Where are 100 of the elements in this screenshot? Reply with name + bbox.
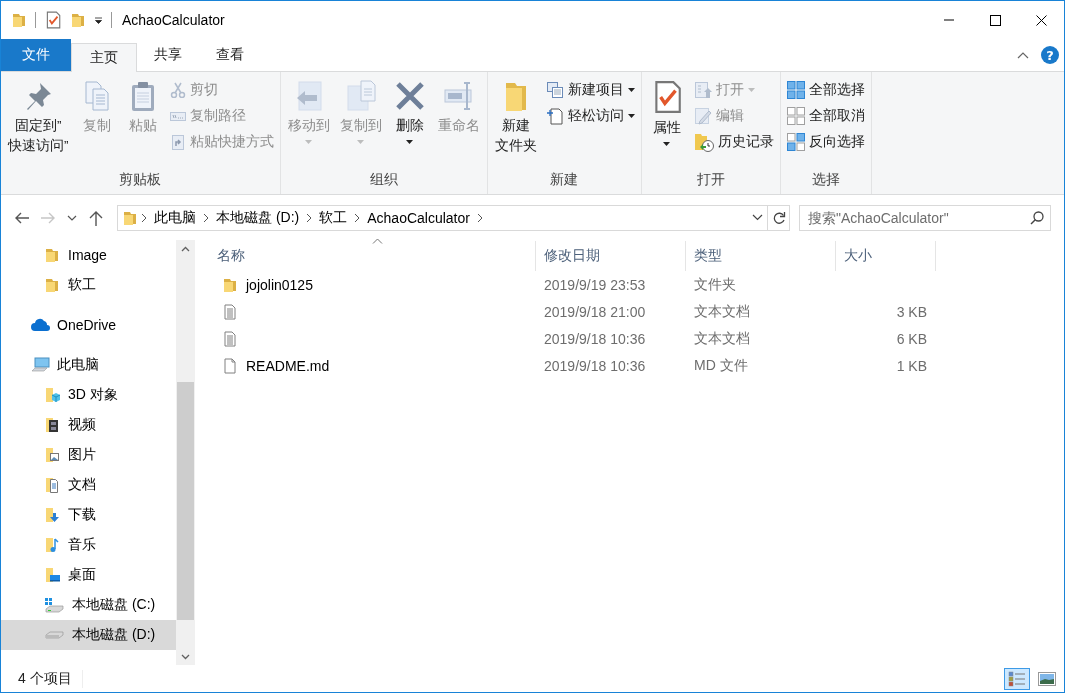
chevron-right-icon bbox=[354, 212, 361, 223]
easy-access-icon bbox=[545, 107, 564, 125]
view-button[interactable] bbox=[1004, 667, 1030, 690]
new-item-icon bbox=[545, 81, 564, 99]
copy-to-icon bbox=[344, 80, 377, 112]
ribbon-button[interactable]: 属性 bbox=[644, 78, 689, 148]
file-row[interactable]: jojolin0125 2019/9/19 23:53 文件夹 bbox=[209, 271, 936, 298]
column-header[interactable]: 名称 bbox=[209, 241, 536, 271]
caret-icon bbox=[663, 142, 670, 146]
nav-item[interactable]: 本地磁盘 (C:) bbox=[1, 590, 176, 620]
ribbon-button[interactable]: 历史记录 bbox=[690, 130, 777, 154]
ribbon-tab[interactable]: 共享 bbox=[137, 39, 199, 71]
caret-icon bbox=[94, 15, 103, 25]
film-folder-icon bbox=[44, 417, 60, 433]
nav-item[interactable]: 桌面 bbox=[1, 560, 176, 590]
drive-icon bbox=[44, 631, 64, 639]
ribbon-button[interactable]: 全部选择 bbox=[783, 78, 868, 102]
file-name: jojolin0125 bbox=[246, 276, 313, 293]
nav-item[interactable]: 音乐 bbox=[1, 530, 176, 560]
breadcrumb[interactable]: AchaoCalculator bbox=[363, 209, 474, 226]
folder-icon bbox=[11, 12, 27, 28]
back-arrow-icon bbox=[14, 210, 30, 225]
download-folder-icon bbox=[44, 507, 60, 523]
ribbon-button[interactable]: 新建项目 bbox=[542, 78, 638, 102]
close-icon bbox=[1035, 14, 1047, 26]
file-row[interactable]: 2019/9/18 21:00 文本文档 3 KB bbox=[209, 298, 936, 325]
column-header[interactable]: 类型 bbox=[686, 241, 836, 271]
search-box[interactable]: 搜索"AchaoCalculator" bbox=[799, 204, 1051, 231]
file-icon bbox=[222, 357, 238, 374]
file-type: 文本文档 bbox=[693, 329, 751, 348]
document-icon bbox=[222, 303, 238, 320]
select-none-icon bbox=[786, 107, 805, 125]
date-modified: 2019/9/18 10:36 bbox=[543, 330, 647, 347]
group-label: 组织 bbox=[368, 171, 399, 189]
file-type: 文件夹 bbox=[693, 275, 737, 294]
breadcrumb[interactable]: 本地磁盘 (D:) bbox=[212, 208, 304, 227]
group-label: 新建 bbox=[549, 171, 579, 189]
address-field[interactable]: 此电脑 本地磁盘 (D:) 软工 AchaoCalculator bbox=[117, 204, 790, 231]
ribbon-button[interactable]: 轻松访问 bbox=[542, 104, 638, 128]
ribbon-button[interactable]: 反向选择 bbox=[783, 130, 868, 154]
music-folder-icon bbox=[44, 537, 60, 553]
help-button[interactable]: ? bbox=[1041, 46, 1059, 64]
shortcut-icon bbox=[169, 134, 186, 150]
nav-item[interactable]: 软工 bbox=[1, 270, 176, 300]
details-view-icon bbox=[1008, 670, 1026, 687]
chevron-down-icon bbox=[181, 653, 190, 660]
file-row[interactable]: 2019/9/18 10:36 文本文档 6 KB bbox=[209, 325, 936, 352]
search-icon bbox=[1030, 210, 1044, 225]
folder-icon bbox=[70, 12, 86, 28]
edit-icon bbox=[693, 107, 712, 125]
ribbon-button[interactable]: 新建 文件夹 bbox=[490, 78, 541, 158]
file-size: 1 KB bbox=[895, 357, 928, 374]
breadcrumb[interactable]: 此电脑 bbox=[150, 208, 200, 227]
nav-item[interactable]: OneDrive bbox=[1, 310, 176, 340]
ribbon-tab[interactable]: 主页 bbox=[71, 43, 137, 72]
up-arrow-icon bbox=[89, 209, 103, 226]
chevron-right-icon bbox=[203, 212, 209, 223]
delete-icon bbox=[393, 80, 426, 112]
ribbon-button[interactable]: 全部取消 bbox=[783, 104, 868, 128]
nav-item[interactable]: Image bbox=[1, 240, 176, 270]
desktop-folder-icon bbox=[44, 567, 60, 583]
nav-item[interactable]: 3D 对象 bbox=[1, 380, 176, 410]
ribbon-button[interactable]: 固定到” 快速访问” bbox=[4, 78, 73, 158]
column-header[interactable]: 大小 bbox=[836, 241, 936, 271]
folder-icon bbox=[222, 276, 238, 293]
history-icon bbox=[693, 132, 714, 152]
properties-icon bbox=[44, 11, 62, 29]
ribbon-tab[interactable]: 查看 bbox=[199, 39, 261, 71]
nav-item[interactable]: 文档 bbox=[1, 470, 176, 500]
caret-icon bbox=[406, 140, 413, 144]
scrollbar[interactable] bbox=[176, 240, 195, 665]
file-row[interactable]: README.md 2019/9/18 10:36 MD 文件 1 KB bbox=[209, 352, 936, 379]
caret-icon bbox=[747, 88, 755, 92]
caret-icon bbox=[627, 88, 635, 92]
document-icon bbox=[222, 330, 238, 347]
ribbon-tab[interactable]: 文件 bbox=[1, 39, 71, 71]
chevron-right-icon bbox=[476, 212, 483, 223]
scroll-thumb[interactable] bbox=[177, 382, 194, 620]
nav-item[interactable]: 视频 bbox=[1, 410, 176, 440]
nav-item[interactable]: 此电脑 bbox=[1, 350, 176, 380]
nav-item[interactable]: 下载 bbox=[1, 500, 176, 530]
file-type: MD 文件 bbox=[693, 356, 749, 375]
item-count: 4 个项目 bbox=[18, 669, 83, 688]
ribbon-button[interactable]: 删除 bbox=[387, 78, 432, 146]
nav-item[interactable]: 图片 bbox=[1, 440, 176, 470]
folder-icon bbox=[44, 247, 60, 263]
breadcrumb[interactable]: 软工 bbox=[315, 208, 352, 227]
maximize-icon bbox=[989, 14, 1001, 26]
nav-item[interactable]: 本地磁盘 (D:) bbox=[1, 620, 176, 650]
column-header[interactable]: 修改日期 bbox=[536, 241, 686, 271]
cube-folder-icon bbox=[44, 387, 60, 403]
chevron-right-icon bbox=[141, 212, 147, 223]
sort-ascending-icon bbox=[372, 238, 383, 244]
chevron-up-icon bbox=[181, 245, 190, 252]
rename-icon bbox=[442, 80, 475, 112]
file-size: 6 KB bbox=[895, 330, 928, 347]
folder-icon bbox=[122, 209, 138, 226]
chevron-up-icon bbox=[1017, 51, 1029, 59]
chevron-down-icon bbox=[751, 214, 763, 221]
folder-icon bbox=[44, 277, 60, 293]
